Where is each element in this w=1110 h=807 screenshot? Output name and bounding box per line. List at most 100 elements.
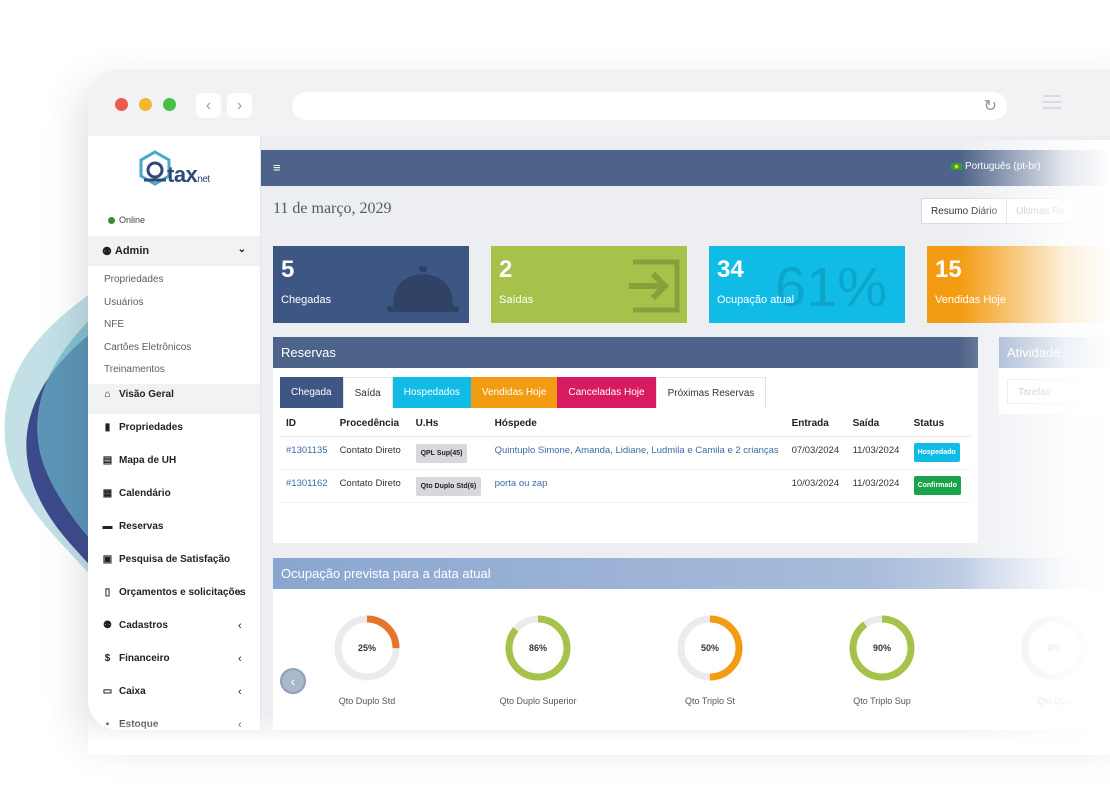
sidebar-item-home[interactable]: ⌂ Visão Geral xyxy=(102,389,174,400)
ocupacao-panel: Ocupação prevista para a data atual 25% Q… xyxy=(273,558,1110,730)
table-cell: Hospedado xyxy=(907,436,970,470)
address-bar[interactable]: ↻ xyxy=(292,92,1007,120)
occupancy-gauge: 50% xyxy=(675,613,745,688)
tab-tarefas[interactable]: Tarefas xyxy=(1007,379,1110,404)
sidebar-item-map[interactable]: ▤ Mapa de UH xyxy=(102,455,176,466)
back-button[interactable]: ‹ xyxy=(196,93,221,118)
tab-hospedados[interactable]: Hospedados xyxy=(392,377,471,408)
view-tabs: Resumo Diário Ultimas Re xyxy=(921,198,1076,224)
main-content: ≡ Português (pt-br) 11 de março, 2029 Re… xyxy=(261,136,1110,730)
maximize-window-button[interactable] xyxy=(163,98,176,111)
sidebar-item-book[interactable]: ▬ Reservas xyxy=(102,521,164,532)
status-badge: Confirmado xyxy=(913,475,961,495)
tab-ultimas-reservas[interactable]: Ultimas Re xyxy=(1007,198,1076,224)
occupancy-gauge: 0% xyxy=(1019,613,1089,688)
column-header[interactable]: Procedência xyxy=(333,411,410,437)
checkout-cell: 11/03/2024 xyxy=(852,444,900,456)
sidebar-item-cash[interactable]: ▭ Caixa ‹ xyxy=(102,686,242,698)
column-header[interactable]: Saída xyxy=(846,411,908,437)
sidebar-item-label: Orçamentos e solicitações xyxy=(119,587,246,598)
chevron-down-icon: ⌄ xyxy=(237,244,246,255)
sidebar-item-label: Caixa xyxy=(119,686,146,697)
tab-pr-ximas-reservas[interactable]: Próximas Reservas xyxy=(655,377,767,408)
stat-label: Chegadas xyxy=(281,294,332,306)
procedencia-cell: Contato Direto xyxy=(339,444,401,456)
sidebar-item-calendar[interactable]: ▦ Calendário xyxy=(102,488,171,499)
table-cell: 10/03/2024 xyxy=(785,469,847,503)
sidebar-item-label: Pesquisa de Satisfação xyxy=(119,554,231,565)
reservas-tabs: Chegada Saída Hospedados Vendidas Hoje Cance… xyxy=(280,377,767,408)
sidebar-item-file[interactable]: ▯ Orçamentos e solicitações ‹ xyxy=(102,587,246,599)
book-icon: ▬ xyxy=(102,521,113,532)
status-dot-icon xyxy=(108,216,115,224)
column-header[interactable]: Status xyxy=(907,411,970,437)
table-row[interactable]: #1301162 Contato Direto Qto Duplo Std(6) po… xyxy=(280,469,970,503)
chevron-left-icon: ‹ xyxy=(238,652,242,665)
submenu-item-treinamentos[interactable]: Treinamentos xyxy=(104,363,191,386)
table-row[interactable]: #1301135 Contato Direto QPL Sup(45) Quintup… xyxy=(280,436,970,470)
stat-value: 15 xyxy=(935,256,962,283)
table-cell: Confirmado xyxy=(907,469,970,503)
column-header[interactable]: Entrada xyxy=(785,411,847,437)
occupancy-gauge: 90% xyxy=(847,613,917,688)
room-type-label: Qto Duplo Superior xyxy=(499,696,577,706)
column-header[interactable]: Hóspede xyxy=(488,411,786,437)
tab-canceladas-hoje[interactable]: Canceladas Hoje xyxy=(557,377,656,408)
donut-value-label: 25% xyxy=(358,643,376,653)
occupancy-gauge: 86% xyxy=(503,613,573,688)
reservation-id-link[interactable]: #1301162 xyxy=(286,478,328,489)
stat-card-vendidas[interactable]: 15 Vendidas Hoje xyxy=(927,246,1110,323)
column-header[interactable]: U.Hs xyxy=(409,411,489,437)
sidebar-item-label: Visão Geral xyxy=(119,389,174,400)
donut-value-label: 50% xyxy=(701,643,719,653)
sidebar-item-users[interactable]: ⚉ Cadastros ‹ xyxy=(102,620,242,632)
forward-button[interactable]: › xyxy=(227,93,252,118)
submenu-item-propriedades[interactable]: Propriedades xyxy=(104,273,191,296)
tab-resumo-diario[interactable]: Resumo Diário xyxy=(921,198,1008,224)
sidebar-item-label: Propriedades xyxy=(119,422,183,433)
stat-label: Vendidas Hoje xyxy=(935,294,1006,306)
chevron-left-icon: ‹ xyxy=(205,96,212,114)
sidebar-item-admin[interactable]: ⚉ Admin ⌄ xyxy=(88,236,260,266)
sidebar-item-building[interactable]: ▮ Propriedades xyxy=(102,422,183,433)
reservation-id-link[interactable]: #1301135 xyxy=(286,445,328,456)
minimize-window-button[interactable] xyxy=(139,98,152,111)
reservas-table: ID Procedência U.Hs Hóspede Entrada Saída Stat… xyxy=(280,411,970,503)
language-label: Português (pt-br) xyxy=(965,161,1041,172)
panel-title: Ocupação prevista para a data atual xyxy=(273,558,1110,589)
guest-link[interactable]: Quintuplo Simone, Amanda, Lidiane, Ludmi… xyxy=(495,445,779,456)
guest-link[interactable]: porta ou zap xyxy=(495,478,548,489)
stat-card-chegadas[interactable]: 5 Chegadas xyxy=(273,246,469,323)
carousel-prev-button[interactable]: ‹ xyxy=(280,668,306,694)
stat-card-ocupacao[interactable]: 61% 34 Ocupação atual xyxy=(709,246,905,323)
reload-icon[interactable]: ↻ xyxy=(984,96,997,116)
browser-menu-icon[interactable] xyxy=(1043,95,1061,109)
stat-card-saidas[interactable]: 2 Saídas xyxy=(491,246,687,323)
submenu-item-nfe[interactable]: NFE xyxy=(104,318,191,341)
language-selector[interactable]: Português (pt-br) xyxy=(951,161,1041,172)
column-header[interactable]: ID xyxy=(280,411,334,437)
donut-value-label: 86% xyxy=(529,643,547,653)
tab-sa-da[interactable]: Saída xyxy=(342,377,393,408)
app: taxnet Online ⚉ Admin ⌄ Propriedades Usu… xyxy=(88,136,1110,730)
donut-chart: 25% xyxy=(334,615,400,681)
sidebar-item-survey[interactable]: ▣ Pesquisa de Satisfação xyxy=(102,554,230,565)
table-header-row: ID Procedência U.Hs Hóspede Entrada Saída Stat… xyxy=(280,411,970,437)
calendar-icon: ▦ xyxy=(102,488,113,499)
close-window-button[interactable] xyxy=(115,98,128,111)
top-bar: ≡ Português (pt-br) xyxy=(261,150,1110,186)
table-cell: Contato Direto xyxy=(333,436,410,470)
sidebar-item-dollar[interactable]: $ Financeiro ‹ xyxy=(102,653,242,665)
tab-vendidas-hoje[interactable]: Vendidas Hoje xyxy=(470,377,558,408)
admin-submenu: Propriedades Usuários NFE Cartões Eletrô… xyxy=(104,273,191,386)
hamburger-menu-icon[interactable]: ≡ xyxy=(273,160,281,175)
submenu-item-cartoes[interactable]: Cartões Eletrônicos xyxy=(104,341,191,364)
building-icon: ▮ xyxy=(104,422,111,433)
submenu-item-usuarios[interactable]: Usuários xyxy=(104,296,191,319)
browser-chrome: ‹ › ↻ xyxy=(88,70,1110,136)
table-cell: Qto Duplo Std(6) xyxy=(409,469,489,503)
room-type-label: Qto Triplo St xyxy=(684,696,736,706)
table-cell: 11/03/2024 xyxy=(846,436,908,470)
tab-chegada[interactable]: Chegada xyxy=(280,377,343,408)
room-type-label: Qto Qua xyxy=(1036,696,1072,706)
